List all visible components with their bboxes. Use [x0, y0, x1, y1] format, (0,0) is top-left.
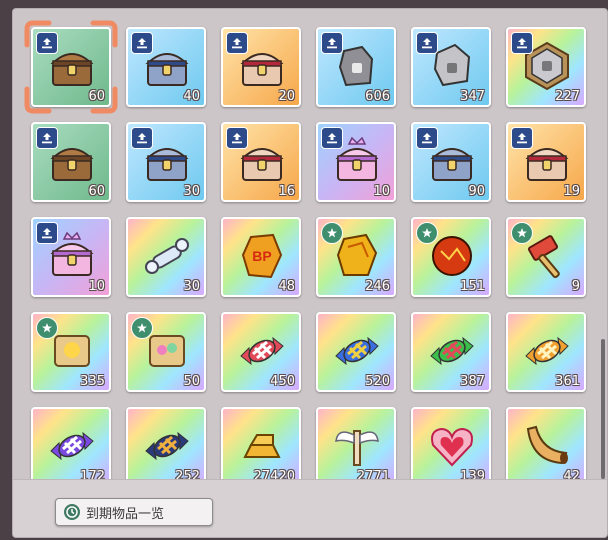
item-grid: 60 40 20 606 347 227 60 30 16 10 90 19 1…	[13, 9, 607, 479]
item-quantity: 19	[563, 184, 580, 199]
candy-blue-icon	[332, 326, 382, 376]
item-slot[interactable]: 16	[221, 122, 301, 202]
star-cycle-icon	[131, 317, 153, 339]
item-slot[interactable]: BP 48	[221, 217, 301, 297]
item-slot[interactable]: 246	[316, 217, 396, 297]
heart-jewel-icon	[427, 421, 477, 471]
star-cycle-icon	[416, 222, 438, 244]
item-quantity: 10	[88, 279, 105, 294]
item-slot[interactable]: 227	[506, 27, 586, 107]
star-cycle-icon	[36, 317, 58, 339]
item-quantity: 20	[278, 89, 295, 104]
upload-icon	[321, 127, 343, 149]
bone-icon	[142, 231, 192, 281]
upload-icon	[36, 32, 58, 54]
item-quantity: 9	[571, 279, 580, 294]
item-quantity: 2771	[356, 469, 390, 479]
upload-icon	[131, 127, 153, 149]
inventory-panel: 60 40 20 606 347 227 60 30 16 10 90 19 1…	[12, 8, 608, 538]
upload-icon	[416, 32, 438, 54]
item-quantity: 139	[460, 469, 485, 479]
bp-crystal-icon: BP	[237, 231, 287, 281]
upload-icon	[511, 32, 533, 54]
candy-orange-icon	[522, 326, 572, 376]
item-slot[interactable]: 387	[411, 312, 491, 392]
candy-navy-icon	[142, 421, 192, 471]
candy-red-icon	[237, 326, 287, 376]
item-quantity: 48	[278, 279, 295, 294]
item-slot[interactable]: 60	[31, 122, 111, 202]
clock-icon	[64, 504, 80, 520]
item-slot[interactable]: 335	[31, 312, 111, 392]
item-slot[interactable]: 252	[126, 407, 206, 479]
item-quantity: 40	[183, 89, 200, 104]
item-slot[interactable]: 139	[411, 407, 491, 479]
item-slot[interactable]: 10	[31, 217, 111, 297]
upload-icon	[321, 32, 343, 54]
item-slot[interactable]: 10	[316, 122, 396, 202]
upload-icon	[416, 127, 438, 149]
item-slot[interactable]: 9	[506, 217, 586, 297]
item-quantity: 151	[460, 279, 485, 294]
item-quantity: 60	[88, 184, 105, 199]
item-slot[interactable]: 347	[411, 27, 491, 107]
item-quantity: 10	[373, 184, 390, 199]
item-quantity: 50	[183, 374, 200, 389]
item-slot[interactable]: 30	[126, 122, 206, 202]
upload-icon	[36, 222, 58, 244]
scrollbar[interactable]	[601, 339, 605, 479]
item-slot[interactable]: 151	[411, 217, 491, 297]
item-quantity: 335	[80, 374, 105, 389]
item-quantity: 252	[175, 469, 200, 479]
bottom-bar: 到期物品一览	[13, 479, 607, 537]
item-quantity: 30	[183, 279, 200, 294]
upload-icon	[226, 32, 248, 54]
item-quantity: 30	[183, 184, 200, 199]
gold-bars-icon	[237, 421, 287, 471]
icon-text: BP	[252, 248, 271, 264]
item-quantity: 227	[555, 89, 580, 104]
item-slot[interactable]: 60	[31, 27, 111, 107]
item-slot[interactable]: 172	[31, 407, 111, 479]
item-slot[interactable]: 2771	[316, 407, 396, 479]
star-cycle-icon	[321, 222, 343, 244]
item-quantity: 90	[468, 184, 485, 199]
item-slot[interactable]: 20	[221, 27, 301, 107]
item-slot[interactable]: 520	[316, 312, 396, 392]
item-slot[interactable]: 361	[506, 312, 586, 392]
item-slot[interactable]: 50	[126, 312, 206, 392]
upload-icon	[131, 32, 153, 54]
item-slot[interactable]: 90	[411, 122, 491, 202]
item-slot[interactable]: 27420	[221, 407, 301, 479]
item-quantity: 347	[460, 89, 485, 104]
item-quantity: 361	[555, 374, 580, 389]
item-quantity: 246	[365, 279, 390, 294]
item-quantity: 42	[563, 469, 580, 479]
item-slot[interactable]: 30	[126, 217, 206, 297]
upload-icon	[36, 127, 58, 149]
item-slot[interactable]: 19	[506, 122, 586, 202]
star-cycle-icon	[511, 222, 533, 244]
item-quantity: 387	[460, 374, 485, 389]
candy-purple-icon	[47, 421, 97, 471]
item-quantity: 450	[270, 374, 295, 389]
upload-icon	[511, 127, 533, 149]
item-quantity: 172	[80, 469, 105, 479]
item-quantity: 520	[365, 374, 390, 389]
item-slot[interactable]: 40	[126, 27, 206, 107]
horn-icon	[522, 421, 572, 471]
item-slot[interactable]: 450	[221, 312, 301, 392]
upload-icon	[226, 127, 248, 149]
expired-items-list-label: 到期物品一览	[86, 506, 165, 522]
item-quantity: 60	[88, 89, 105, 104]
item-quantity: 16	[278, 184, 295, 199]
expired-items-list-button[interactable]: 到期物品一览	[55, 498, 213, 526]
winged-scroll-icon	[332, 421, 382, 471]
item-slot[interactable]: 42	[506, 407, 586, 479]
item-quantity: 27420	[253, 469, 295, 479]
item-slot[interactable]: 606	[316, 27, 396, 107]
candy-green-icon	[427, 326, 477, 376]
item-quantity: 606	[365, 89, 390, 104]
